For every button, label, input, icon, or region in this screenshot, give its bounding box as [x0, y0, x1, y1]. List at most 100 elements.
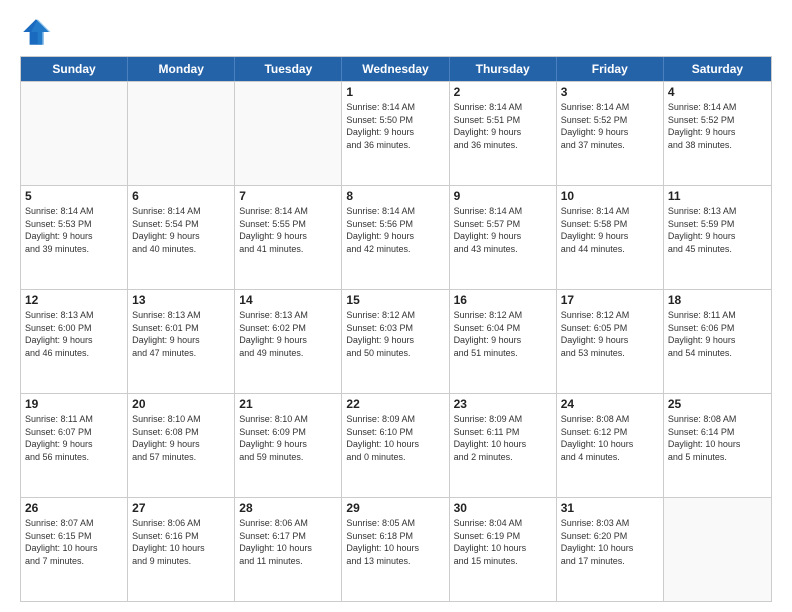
cal-cell-27: 27 Sunrise: 8:06 AM Sunset: 6:16 PM Dayli… [128, 498, 235, 601]
day-number: 3 [561, 85, 659, 99]
day-number: 31 [561, 501, 659, 515]
day-info: Sunrise: 8:04 AM Sunset: 6:19 PM Dayligh… [454, 517, 552, 567]
day-number: 22 [346, 397, 444, 411]
day-info: Sunrise: 8:03 AM Sunset: 6:20 PM Dayligh… [561, 517, 659, 567]
cal-cell-29: 29 Sunrise: 8:05 AM Sunset: 6:18 PM Dayli… [342, 498, 449, 601]
cal-cell-24: 24 Sunrise: 8:08 AM Sunset: 6:12 PM Dayli… [557, 394, 664, 497]
cal-cell-15: 15 Sunrise: 8:12 AM Sunset: 6:03 PM Dayli… [342, 290, 449, 393]
day-info: Sunrise: 8:14 AM Sunset: 5:50 PM Dayligh… [346, 101, 444, 151]
day-info: Sunrise: 8:05 AM Sunset: 6:18 PM Dayligh… [346, 517, 444, 567]
cal-cell-7: 7Sunrise: 8:14 AM Sunset: 5:55 PM Daylig… [235, 186, 342, 289]
day-number: 8 [346, 189, 444, 203]
cal-cell-4: 4Sunrise: 8:14 AM Sunset: 5:52 PM Daylig… [664, 82, 771, 185]
header-day-saturday: Saturday [664, 57, 771, 81]
day-info: Sunrise: 8:13 AM Sunset: 5:59 PM Dayligh… [668, 205, 767, 255]
day-number: 27 [132, 501, 230, 515]
day-info: Sunrise: 8:10 AM Sunset: 6:08 PM Dayligh… [132, 413, 230, 463]
cal-row-0: 1 Sunrise: 8:14 AM Sunset: 5:50 PM Daylig… [21, 81, 771, 185]
day-number: 18 [668, 293, 767, 307]
day-info: Sunrise: 8:10 AM Sunset: 6:09 PM Dayligh… [239, 413, 337, 463]
day-info: Sunrise: 8:09 AM Sunset: 6:11 PM Dayligh… [454, 413, 552, 463]
cal-cell-22: 22 Sunrise: 8:09 AM Sunset: 6:10 PM Dayli… [342, 394, 449, 497]
cal-row-2: 12Sunrise: 8:13 AM Sunset: 6:00 PM Dayli… [21, 289, 771, 393]
day-info: Sunrise: 8:06 AM Sunset: 6:17 PM Dayligh… [239, 517, 337, 567]
day-number: 24 [561, 397, 659, 411]
cal-cell-14: 14 Sunrise: 8:13 AM Sunset: 6:02 PM Dayli… [235, 290, 342, 393]
cal-cell-30: 30 Sunrise: 8:04 AM Sunset: 6:19 PM Dayli… [450, 498, 557, 601]
calendar-body: 1 Sunrise: 8:14 AM Sunset: 5:50 PM Daylig… [21, 81, 771, 601]
day-info: Sunrise: 8:14 AM Sunset: 5:58 PM Dayligh… [561, 205, 659, 255]
day-info: Sunrise: 8:13 AM Sunset: 6:02 PM Dayligh… [239, 309, 337, 359]
day-number: 5 [25, 189, 123, 203]
cal-cell-18: 18 Sunrise: 8:11 AM Sunset: 6:06 PM Dayli… [664, 290, 771, 393]
cal-cell-17: 17 Sunrise: 8:12 AM Sunset: 6:05 PM Dayli… [557, 290, 664, 393]
cal-cell-empty-0 [21, 82, 128, 185]
day-number: 16 [454, 293, 552, 307]
day-number: 17 [561, 293, 659, 307]
cal-cell-19: 19 Sunrise: 8:11 AM Sunset: 6:07 PM Dayli… [21, 394, 128, 497]
cal-cell-31: 31 Sunrise: 8:03 AM Sunset: 6:20 PM Dayli… [557, 498, 664, 601]
cal-cell-9: 9 Sunrise: 8:14 AM Sunset: 5:57 PM Daylig… [450, 186, 557, 289]
cal-cell-21: 21 Sunrise: 8:10 AM Sunset: 6:09 PM Dayli… [235, 394, 342, 497]
day-info: Sunrise: 8:11 AM Sunset: 6:06 PM Dayligh… [668, 309, 767, 359]
day-number: 19 [25, 397, 123, 411]
day-info: Sunrise: 8:14 AM Sunset: 5:54 PM Dayligh… [132, 205, 230, 255]
day-info: Sunrise: 8:09 AM Sunset: 6:10 PM Dayligh… [346, 413, 444, 463]
cal-row-1: 5 Sunrise: 8:14 AM Sunset: 5:53 PM Daylig… [21, 185, 771, 289]
day-number: 11 [668, 189, 767, 203]
day-info: Sunrise: 8:08 AM Sunset: 6:12 PM Dayligh… [561, 413, 659, 463]
day-info: Sunrise: 8:06 AM Sunset: 6:16 PM Dayligh… [132, 517, 230, 567]
day-number: 2 [454, 85, 552, 99]
cal-cell-6: 6Sunrise: 8:14 AM Sunset: 5:54 PM Daylig… [128, 186, 235, 289]
day-number: 30 [454, 501, 552, 515]
day-info: Sunrise: 8:14 AM Sunset: 5:51 PM Dayligh… [454, 101, 552, 151]
header-day-monday: Monday [128, 57, 235, 81]
cal-cell-13: 13 Sunrise: 8:13 AM Sunset: 6:01 PM Dayli… [128, 290, 235, 393]
cal-cell-empty-2 [235, 82, 342, 185]
cal-row-3: 19 Sunrise: 8:11 AM Sunset: 6:07 PM Dayli… [21, 393, 771, 497]
day-number: 10 [561, 189, 659, 203]
cal-row-4: 26Sunrise: 8:07 AM Sunset: 6:15 PM Dayli… [21, 497, 771, 601]
day-number: 4 [668, 85, 767, 99]
header-day-thursday: Thursday [450, 57, 557, 81]
day-number: 9 [454, 189, 552, 203]
cal-cell-1: 1 Sunrise: 8:14 AM Sunset: 5:50 PM Daylig… [342, 82, 449, 185]
cal-cell-empty-6 [664, 498, 771, 601]
day-number: 12 [25, 293, 123, 307]
day-number: 26 [25, 501, 123, 515]
day-info: Sunrise: 8:14 AM Sunset: 5:55 PM Dayligh… [239, 205, 337, 255]
cal-cell-11: 11 Sunrise: 8:13 AM Sunset: 5:59 PM Dayli… [664, 186, 771, 289]
day-number: 29 [346, 501, 444, 515]
page: SundayMondayTuesdayWednesdayThursdayFrid… [0, 0, 792, 612]
day-info: Sunrise: 8:12 AM Sunset: 6:03 PM Dayligh… [346, 309, 444, 359]
cal-cell-10: 10 Sunrise: 8:14 AM Sunset: 5:58 PM Dayli… [557, 186, 664, 289]
header-day-friday: Friday [557, 57, 664, 81]
day-info: Sunrise: 8:08 AM Sunset: 6:14 PM Dayligh… [668, 413, 767, 463]
day-info: Sunrise: 8:13 AM Sunset: 6:01 PM Dayligh… [132, 309, 230, 359]
day-info: Sunrise: 8:14 AM Sunset: 5:52 PM Dayligh… [561, 101, 659, 151]
cal-cell-16: 16Sunrise: 8:12 AM Sunset: 6:04 PM Dayli… [450, 290, 557, 393]
day-info: Sunrise: 8:11 AM Sunset: 6:07 PM Dayligh… [25, 413, 123, 463]
day-info: Sunrise: 8:12 AM Sunset: 6:05 PM Dayligh… [561, 309, 659, 359]
header-day-wednesday: Wednesday [342, 57, 449, 81]
cal-cell-26: 26Sunrise: 8:07 AM Sunset: 6:15 PM Dayli… [21, 498, 128, 601]
day-number: 15 [346, 293, 444, 307]
day-number: 1 [346, 85, 444, 99]
logo-icon [20, 16, 52, 48]
header [20, 16, 772, 48]
day-number: 14 [239, 293, 337, 307]
cal-cell-2: 2 Sunrise: 8:14 AM Sunset: 5:51 PM Daylig… [450, 82, 557, 185]
day-number: 21 [239, 397, 337, 411]
day-info: Sunrise: 8:14 AM Sunset: 5:53 PM Dayligh… [25, 205, 123, 255]
cal-cell-3: 3 Sunrise: 8:14 AM Sunset: 5:52 PM Daylig… [557, 82, 664, 185]
day-info: Sunrise: 8:14 AM Sunset: 5:57 PM Dayligh… [454, 205, 552, 255]
cal-cell-25: 25 Sunrise: 8:08 AM Sunset: 6:14 PM Dayli… [664, 394, 771, 497]
cal-cell-28: 28Sunrise: 8:06 AM Sunset: 6:17 PM Dayli… [235, 498, 342, 601]
cal-cell-20: 20Sunrise: 8:10 AM Sunset: 6:08 PM Dayli… [128, 394, 235, 497]
logo [20, 16, 56, 48]
day-number: 13 [132, 293, 230, 307]
day-number: 23 [454, 397, 552, 411]
cal-cell-23: 23 Sunrise: 8:09 AM Sunset: 6:11 PM Dayli… [450, 394, 557, 497]
calendar: SundayMondayTuesdayWednesdayThursdayFrid… [20, 56, 772, 602]
day-number: 25 [668, 397, 767, 411]
